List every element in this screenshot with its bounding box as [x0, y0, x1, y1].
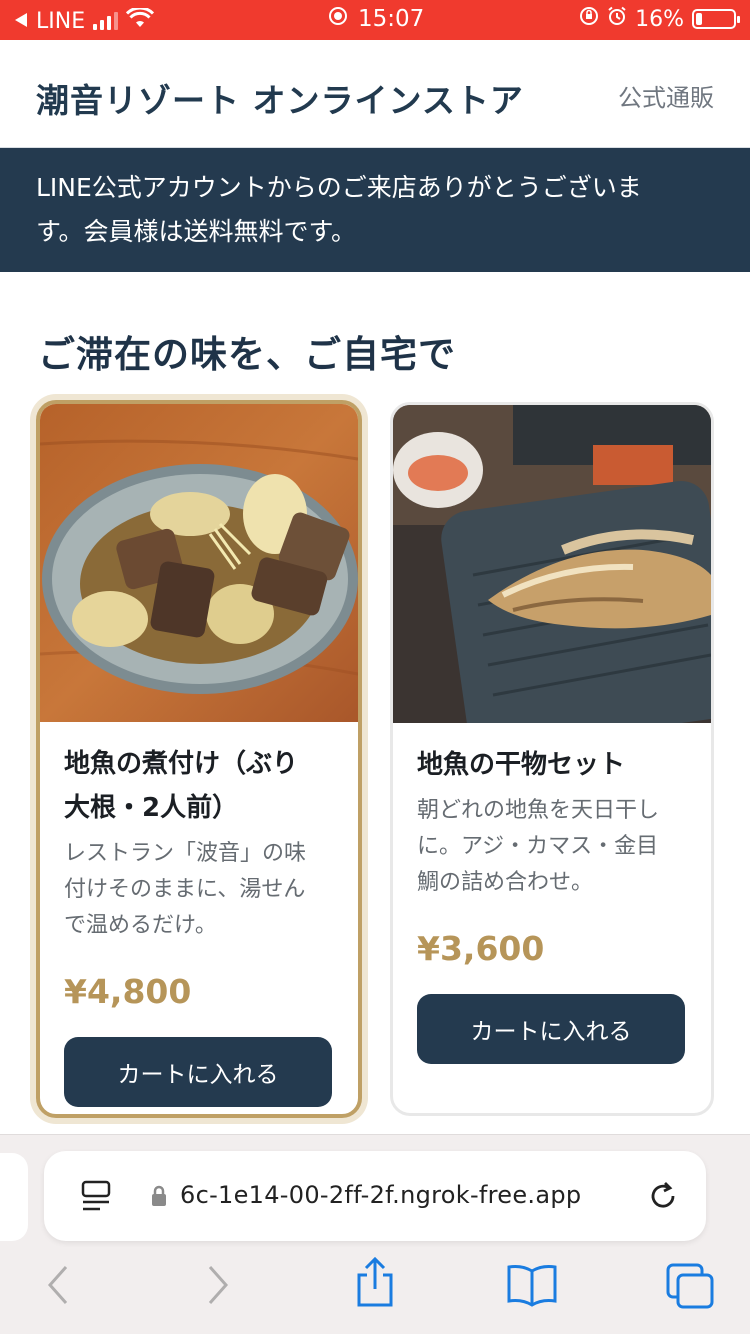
banner-text-line-1: LINE公式アカウントからのご来店ありがとうございま: [36, 173, 642, 202]
previous-tab-edge[interactable]: [0, 1153, 28, 1241]
browser-toolbar: 6c-1e14-00-2ff-2f.ngrok-free.app: [0, 1134, 750, 1334]
store-title[interactable]: 潮音リゾート オンラインストア: [36, 74, 524, 122]
product-card[interactable]: 地魚の煮付け（ぶり 大根・2人前） レストラン「波音」の味 付けそのままに、湯せ…: [36, 400, 362, 1118]
section-title: ご滞在の味を、ご自宅で: [38, 333, 456, 376]
battery-icon: [692, 9, 740, 29]
rotation-lock-icon: [579, 6, 599, 32]
main-content: ご滞在の味を、ご自宅で 地魚の煮付け（ぶり 大根・2人前） レストラン「波音」の…: [0, 272, 750, 1134]
screen-record-icon: [328, 6, 348, 32]
product-price: ¥4,800: [64, 972, 192, 1011]
back-icon[interactable]: [44, 1263, 70, 1311]
product-description: レストラン「波音」の味 付けそのままに、湯せん で温めるだけ。: [64, 841, 307, 938]
product-image-nimono[interactable]: [40, 404, 358, 722]
banner-text-line-2: す。会員様は送料無料です。: [36, 217, 357, 246]
status-bar: LINE 15:07 16%: [0, 0, 750, 40]
product-image-himono[interactable]: [393, 405, 711, 723]
back-triangle-icon[interactable]: [14, 9, 28, 34]
back-app-label[interactable]: LINE: [36, 9, 85, 34]
clock-time: 15:07: [358, 6, 425, 32]
add-to-cart-button[interactable]: カートに入れる: [64, 1037, 332, 1107]
share-icon[interactable]: [354, 1256, 396, 1313]
reload-icon[interactable]: [646, 1179, 680, 1217]
product-name[interactable]: 地魚の干物セット: [417, 743, 687, 787]
alarm-icon: [607, 6, 627, 32]
address-bar[interactable]: 6c-1e14-00-2ff-2f.ngrok-free.app: [44, 1151, 706, 1241]
tabs-icon[interactable]: [666, 1263, 714, 1313]
url-text[interactable]: 6c-1e14-00-2ff-2f.ngrok-free.app: [180, 1181, 581, 1209]
product-card[interactable]: 地魚の干物セット 朝どれの地魚を天日干し に。アジ・カマス・金目 鯛の詰め合わせ…: [390, 402, 714, 1116]
signal-icon: [93, 12, 119, 30]
forward-icon[interactable]: [206, 1263, 232, 1311]
navigation-bar: [0, 1256, 750, 1323]
product-description: 朝どれの地魚を天日干し に。アジ・カマス・金目 鯛の詰め合わせ。: [417, 798, 660, 895]
official-shop-link[interactable]: 公式通販: [618, 78, 714, 113]
welcome-banner: LINE公式アカウントからのご来店ありがとうございま す。会員様は送料無料です。: [0, 148, 750, 272]
add-to-cart-button[interactable]: カートに入れる: [417, 994, 685, 1064]
lock-icon: [150, 1185, 168, 1211]
product-price: ¥3,600: [417, 929, 545, 968]
battery-percent: 16%: [635, 6, 684, 32]
bookmarks-icon[interactable]: [506, 1263, 558, 1311]
product-name[interactable]: 地魚の煮付け（ぶり 大根・2人前）: [64, 742, 334, 830]
wifi-icon: [126, 6, 155, 34]
site-header: 潮音リゾート オンラインストア 公式通販: [0, 40, 750, 148]
reader-icon[interactable]: [80, 1179, 114, 1217]
